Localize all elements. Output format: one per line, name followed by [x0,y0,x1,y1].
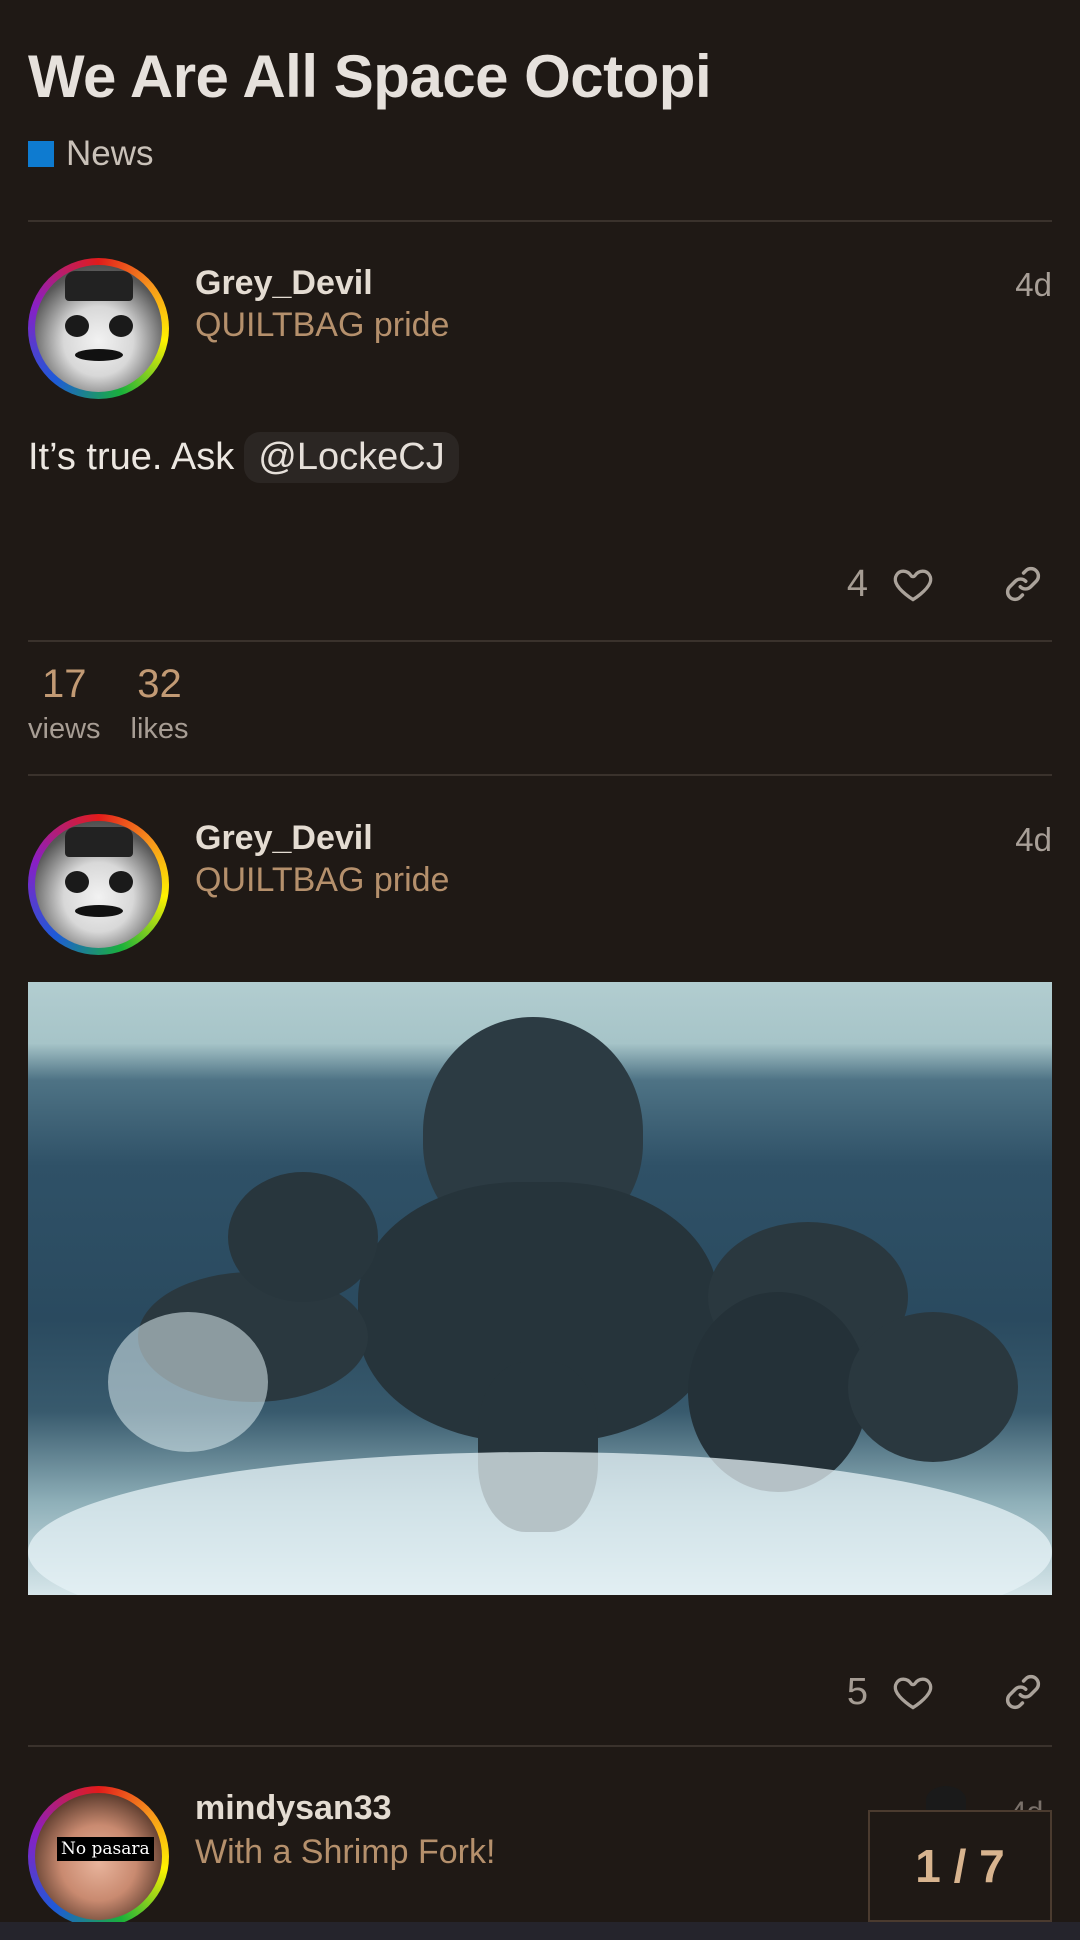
person-avatar-image: No pasara [35,1793,162,1920]
divider [28,1745,1052,1747]
share-button[interactable] [996,557,1050,611]
mustache [75,905,123,917]
post-image-octopus[interactable] [28,982,1052,1595]
post-date[interactable]: 4d [1015,266,1052,304]
link-icon [1005,1674,1041,1710]
post-text: It’s true. Ask [28,436,235,478]
panda-eye [109,315,133,337]
category-label: News [66,134,154,173]
topic-stats: 17 views 32 likes [28,662,189,746]
mustache [75,349,123,361]
post-date[interactable]: 4d [1015,821,1052,859]
post-actions: 5 [847,1665,1050,1719]
category-badge[interactable]: News [28,134,154,174]
divider [28,220,1052,222]
topic-title[interactable]: We Are All Space Octopi [28,42,712,111]
like-button[interactable] [886,557,940,611]
avatar[interactable] [28,258,169,399]
likes-label: likes [130,713,189,745]
octopus-tentacle [228,1172,378,1302]
post-progress-counter[interactable]: 1 / 7 [868,1810,1052,1922]
bottom-bar [0,1922,1080,1940]
post-username[interactable]: mindysan33 [195,1789,392,1828]
post-body: It’s true. Ask @LockeCJ [28,432,459,483]
post-username[interactable]: Grey_Devil [195,819,373,858]
heart-icon [893,1677,933,1710]
panda-eye [109,871,133,893]
bowler-hat [65,827,133,857]
avatar[interactable]: No pasara [28,1786,169,1927]
panda-avatar-image [35,265,162,392]
post-user-title: QUILTBAG pride [195,861,450,899]
user-mention[interactable]: @LockeCJ [244,432,459,483]
bowler-hat [65,271,133,301]
share-button[interactable] [996,1665,1050,1719]
octopus-tentacle [848,1312,1018,1462]
views-stat: 17 views [28,662,101,746]
heart-icon [893,569,933,602]
post-actions: 4 [847,557,1050,611]
views-count: 17 [42,662,87,706]
divider [28,774,1052,776]
sea-foam [28,1452,1052,1595]
likes-stat: 32 likes [131,662,189,746]
panda-avatar-image [35,821,162,948]
like-count[interactable]: 5 [847,1671,868,1714]
post-user-title: QUILTBAG pride [195,306,450,344]
avatar[interactable] [28,814,169,955]
views-label: views [28,713,101,745]
likes-count: 32 [137,662,182,706]
panda-eye [65,871,89,893]
avatar-caption: No pasara [57,1837,154,1861]
topic-page: We Are All Space Octopi News Grey_Devil … [0,0,1080,1940]
panda-eye [65,315,89,337]
like-count[interactable]: 4 [847,563,868,606]
like-button[interactable] [886,1665,940,1719]
divider [28,640,1052,642]
sea-foam [108,1312,268,1452]
link-icon [1005,566,1041,602]
post-user-title: With a Shrimp Fork! [195,1833,496,1871]
category-color-square [28,141,54,167]
post-username[interactable]: Grey_Devil [195,264,373,303]
